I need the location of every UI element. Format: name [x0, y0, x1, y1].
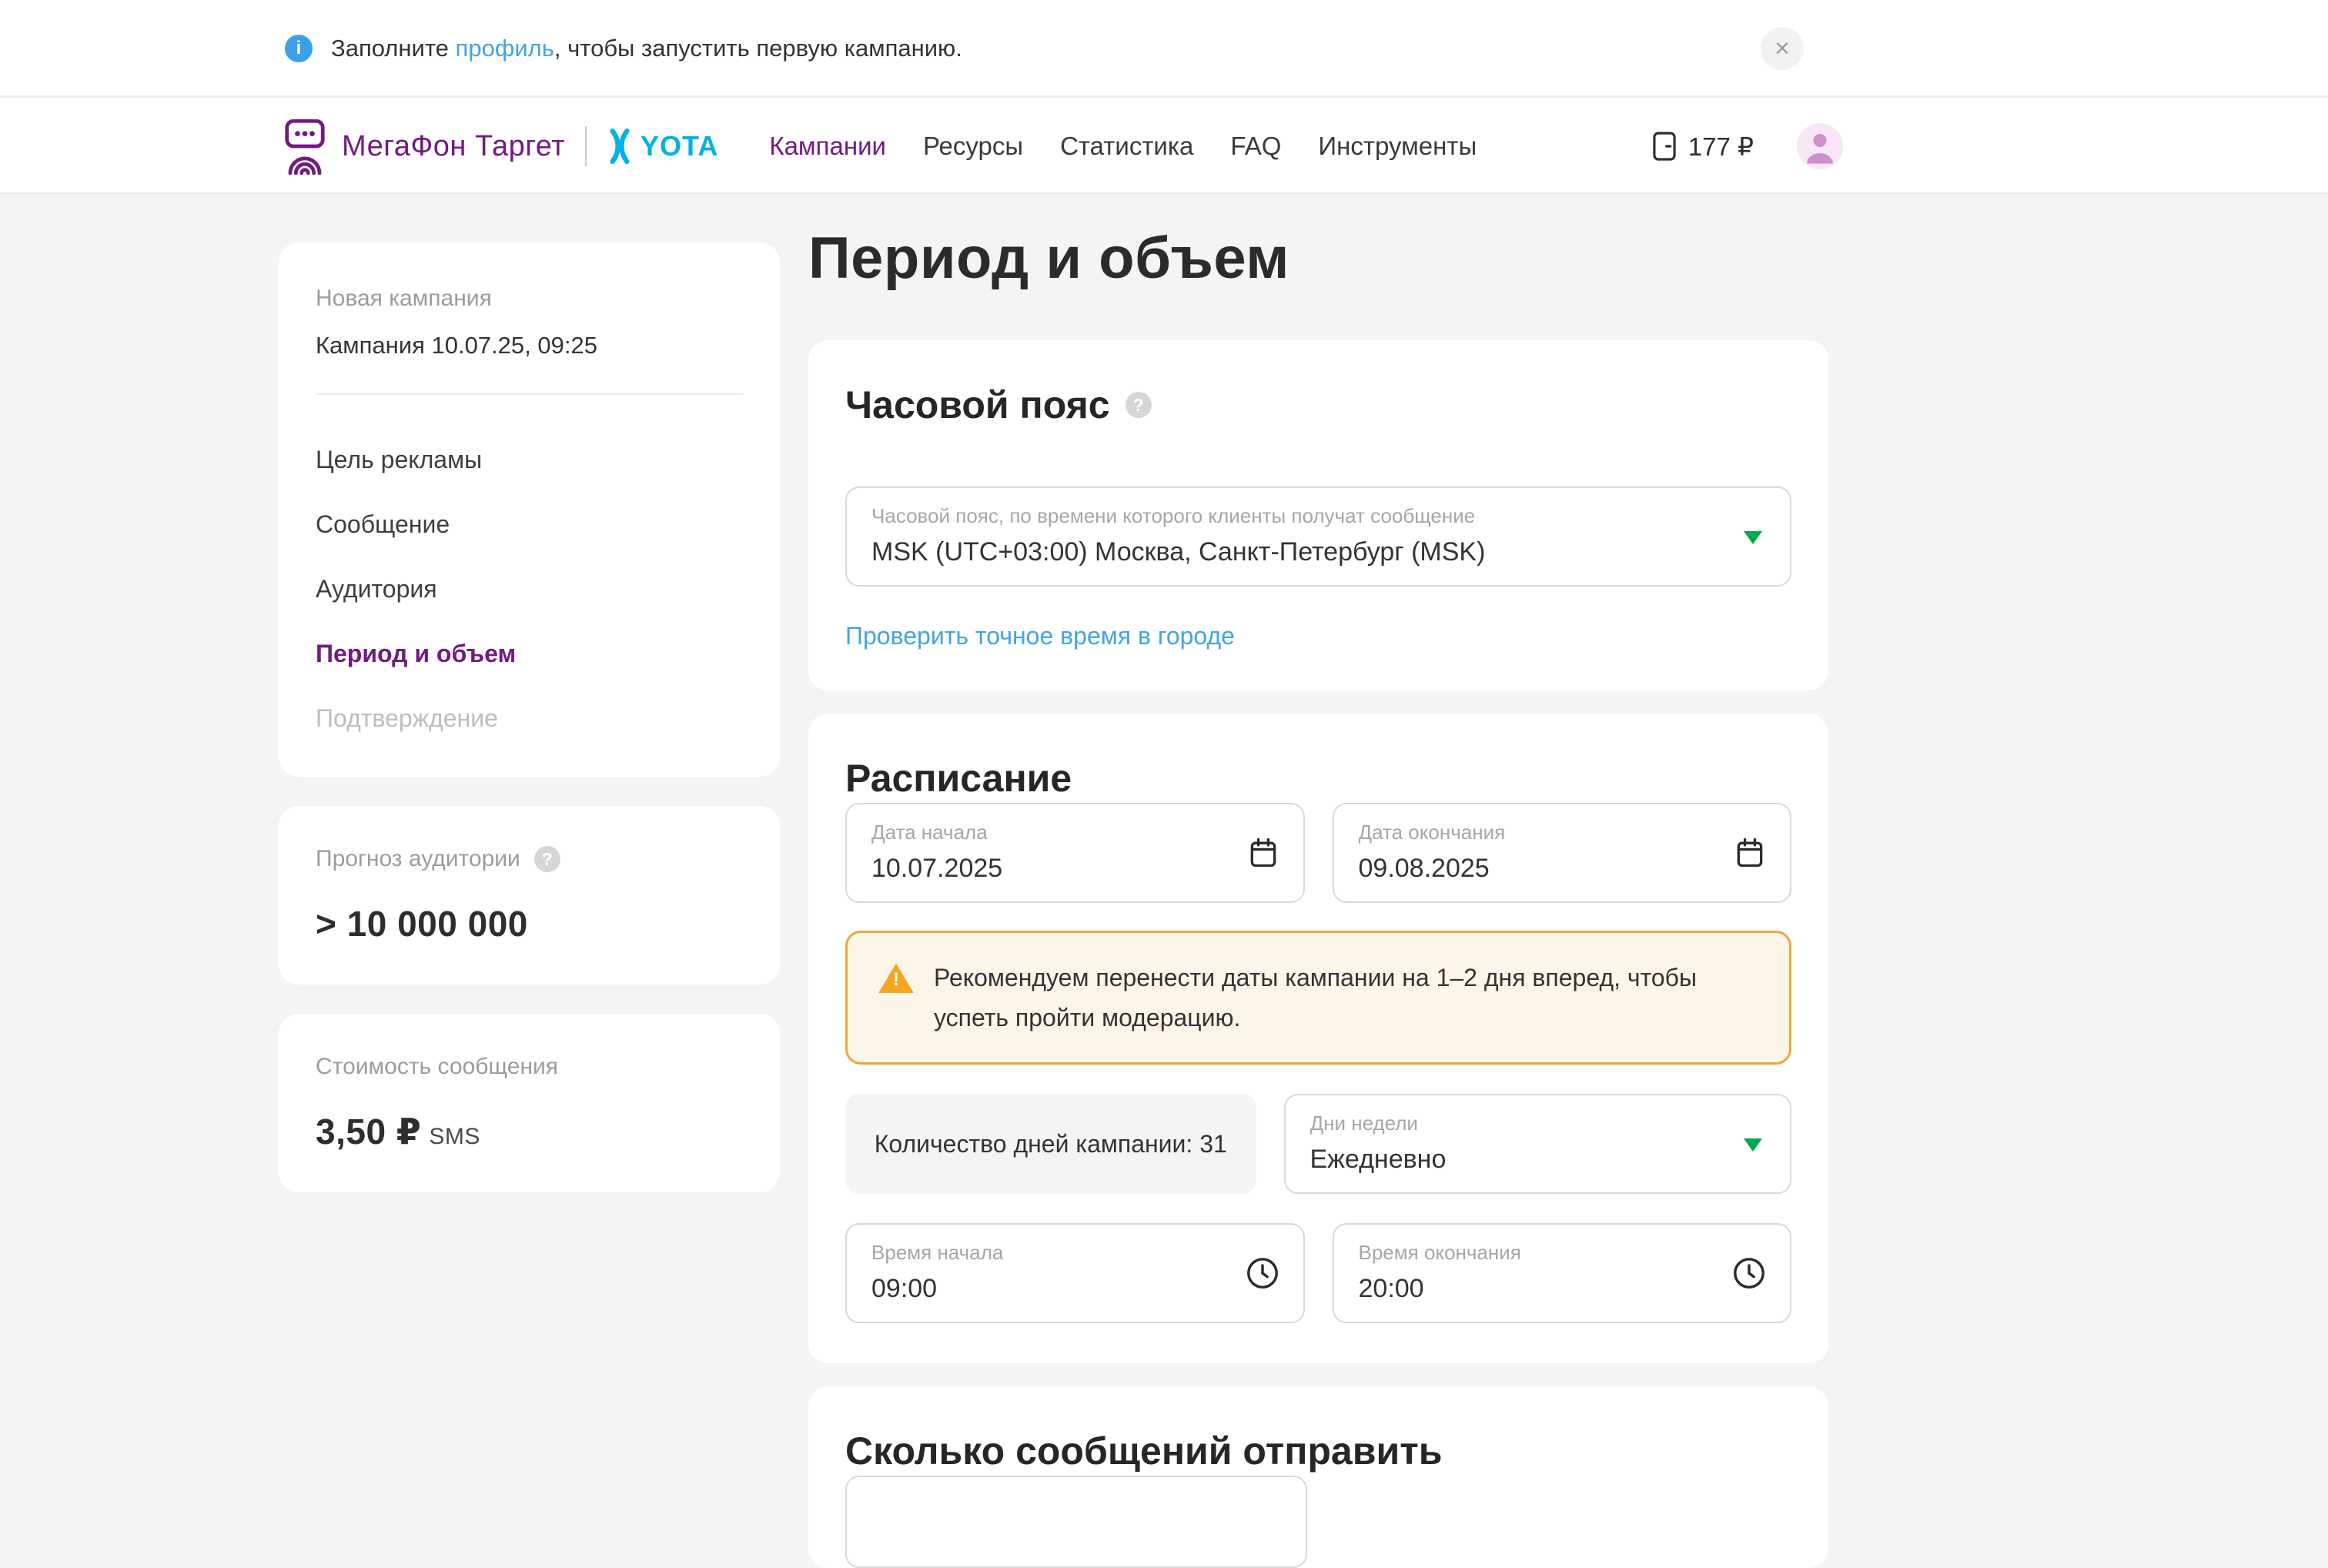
nav-item-statistics[interactable]: Статистика [1060, 132, 1193, 161]
price-value: 3,50 ₽ [316, 1112, 421, 1152]
close-icon[interactable]: × [1761, 27, 1804, 70]
help-icon[interactable]: ? [1126, 392, 1152, 418]
yota-wordmark: YOTA [641, 130, 718, 162]
calendar-icon [1246, 836, 1280, 870]
end-time-value: 20:00 [1359, 1272, 1721, 1305]
profile-link[interactable]: профиль [456, 35, 554, 62]
help-icon[interactable]: ? [534, 846, 560, 872]
weekdays-value: Ежедневно [1310, 1143, 1721, 1175]
forecast-value: > 10 000 000 [316, 903, 743, 944]
steps-list: Цель рекламы Сообщение Аудитория Период … [316, 401, 743, 734]
timezone-select-value: MSK (UTC+03:00) Москва, Санкт-Петербург … [871, 536, 1721, 568]
end-time-label: Время окончания [1359, 1240, 1721, 1265]
main-nav: Кампании Ресурсы Статистика FAQ Инструме… [769, 132, 1477, 161]
avatar[interactable] [1797, 123, 1843, 169]
start-date-label: Дата начала [871, 820, 1234, 844]
end-date-field[interactable]: Дата окончания 09.08.2025 [1333, 803, 1792, 903]
clock-icon [1731, 1255, 1767, 1291]
main-content: Период и объем Часовой пояс ? Часовой по… [808, 222, 1828, 1568]
clock-icon [1245, 1255, 1280, 1291]
end-time-field[interactable]: Время окончания 20:00 [1333, 1223, 1792, 1323]
step-audience[interactable]: Аудитория [316, 573, 743, 604]
warning-glyph: ! [893, 969, 899, 991]
end-date-value: 09.08.2025 [1359, 852, 1721, 884]
nav-item-campaigns[interactable]: Кампании [769, 132, 886, 161]
moderation-warning: ! Рекомендуем перенести даты кампании на… [845, 931, 1791, 1065]
info-banner: i Заполните профиль, чтобы запустить пер… [0, 0, 2328, 97]
step-message[interactable]: Сообщение [316, 509, 743, 540]
calendar-icon [1733, 836, 1767, 870]
megafon-target-logo[interactable]: МегаФон Таргет [283, 118, 565, 175]
campaign-name: Кампания 10.07.25, 09:25 [316, 332, 743, 359]
divider [316, 393, 743, 395]
audience-forecast-card: Прогноз аудитории ? > 10 000 000 [279, 806, 780, 985]
campaign-label: Новая кампания [316, 286, 743, 312]
forecast-label: Прогноз аудитории [316, 846, 520, 872]
schedule-title: Расписание [845, 754, 1791, 803]
check-city-time-link[interactable]: Проверить точное время в городе [845, 622, 1235, 650]
start-date-field[interactable]: Дата начала 10.07.2025 [845, 803, 1305, 903]
banner-text-after: , чтобы запустить первую кампанию. [554, 35, 962, 62]
user-icon [1797, 123, 1843, 169]
brand-name: МегаФон Таргет [342, 130, 565, 163]
start-time-label: Время начала [871, 1240, 1234, 1265]
banner-message: Заполните профиль, чтобы запустить перву… [331, 35, 962, 62]
nav-item-tools[interactable]: Инструменты [1318, 132, 1477, 161]
volume-title: Сколько сообщений отправить [845, 1426, 1791, 1476]
chevron-down-icon [1744, 1138, 1762, 1152]
balance-amount: 177 ₽ [1688, 132, 1754, 162]
app-header: МегаФон Таргет YOTA Кампании Ресурсы Ста… [0, 99, 2328, 194]
yota-logo-icon [607, 129, 633, 164]
chevron-down-icon [1744, 531, 1762, 544]
price-label: Стоимость сообщения [316, 1054, 558, 1080]
message-volume-card: Сколько сообщений отправить [808, 1386, 1828, 1568]
nav-item-resources[interactable]: Ресурсы [923, 132, 1023, 161]
balance-button[interactable]: 177 ₽ [1651, 130, 1754, 162]
warning-icon: ! [878, 962, 914, 993]
page-title: Период и объем [808, 222, 1828, 296]
timezone-card: Часовой пояс ? Часовой пояс, по времени … [808, 340, 1828, 690]
campaign-days-count: Количество дней кампании: 31 [845, 1094, 1256, 1194]
campaign-sidebar: Новая кампания Кампания 10.07.25, 09:25 … [279, 242, 780, 1192]
yota-logo[interactable]: YOTA [607, 129, 718, 164]
weekdays-label: Дни недели [1310, 1111, 1721, 1135]
timezone-select-label: Часовой пояс, по времени которого клиент… [871, 503, 1721, 528]
warning-text: Рекомендуем перенести даты кампании на 1… [934, 958, 1750, 1038]
start-time-value: 09:00 [871, 1272, 1234, 1305]
timezone-select[interactable]: Часовой пояс, по времени которого клиент… [845, 486, 1791, 587]
megafon-logo-icon [283, 118, 326, 175]
start-date-value: 10.07.2025 [871, 852, 1234, 884]
campaign-steps-card: Новая кампания Кампания 10.07.25, 09:25 … [279, 242, 780, 777]
start-time-field[interactable]: Время начала 09:00 [845, 1223, 1305, 1323]
end-date-label: Дата окончания [1359, 820, 1721, 844]
price-unit: SMS [429, 1124, 480, 1149]
info-icon: i [285, 35, 313, 62]
weekdays-select[interactable]: Дни недели Ежедневно [1284, 1094, 1792, 1194]
timezone-title: Часовой пояс [845, 380, 1110, 430]
step-period-volume[interactable]: Период и объем [316, 638, 743, 669]
nav-item-faq[interactable]: FAQ [1230, 132, 1281, 161]
message-price-card: Стоимость сообщения 3,50 ₽ SMS [279, 1014, 780, 1192]
step-goal[interactable]: Цель рекламы [316, 444, 743, 475]
schedule-card: Расписание Дата начала 10.07.2025 Дата о… [808, 714, 1828, 1363]
wallet-icon [1651, 130, 1677, 162]
message-count-input[interactable] [845, 1476, 1307, 1568]
step-confirmation: Подтверждение [316, 703, 743, 734]
banner-text-before: Заполните [331, 35, 456, 62]
logo-divider [585, 126, 587, 166]
